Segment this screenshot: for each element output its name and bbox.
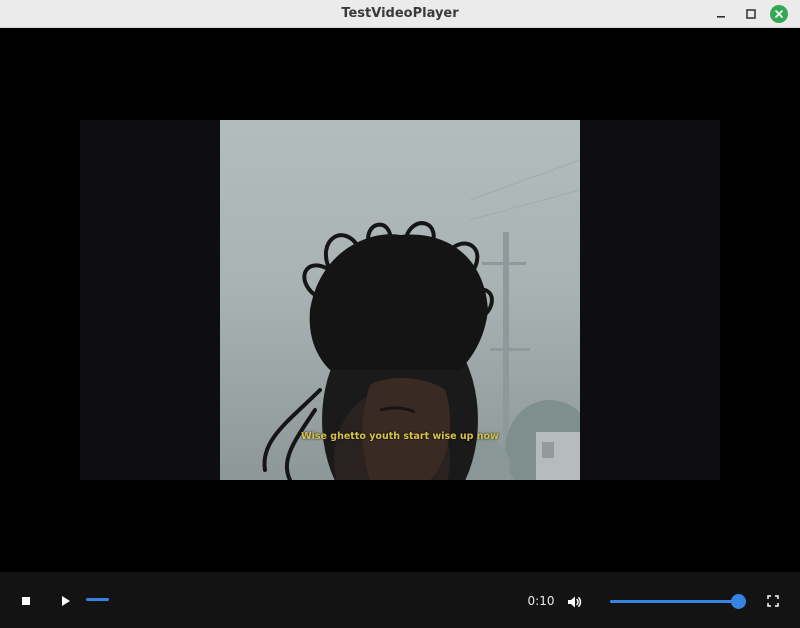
volume-fill: [610, 600, 738, 603]
close-button[interactable]: [770, 5, 788, 23]
title-bar: TestVideoPlayer: [0, 0, 800, 28]
volume-knob[interactable]: [731, 594, 746, 609]
fullscreen-button[interactable]: [765, 593, 781, 609]
subtitle-text: Wise ghetto youth start wise up now: [301, 431, 499, 442]
volume-slider[interactable]: [610, 594, 746, 610]
close-button-circle: [770, 5, 788, 23]
video-area[interactable]: Wise ghetto youth start wise up now: [0, 28, 800, 572]
video-image: Wise ghetto youth start wise up now: [220, 120, 580, 480]
video-frame[interactable]: Wise ghetto youth start wise up now: [80, 120, 720, 480]
play-icon: [62, 596, 70, 606]
video-scene: [262, 159, 580, 480]
maximize-button[interactable]: [742, 5, 760, 23]
app-window: TestVideoPlayer Wise ghetto youth start …: [0, 0, 800, 628]
fullscreen-icon: [767, 595, 779, 607]
stop-button[interactable]: [18, 593, 34, 609]
controls-bar: 0:10: [0, 572, 800, 628]
play-button[interactable]: [58, 593, 74, 609]
maximize-icon: [746, 9, 756, 19]
mute-button[interactable]: [565, 593, 583, 611]
seek-progress-fill: [86, 598, 109, 601]
volume-high-icon: [568, 596, 582, 608]
stop-icon: [22, 597, 30, 605]
minimize-button[interactable]: [712, 5, 730, 23]
time-label: 0:10: [527, 594, 555, 608]
close-icon: [775, 10, 783, 18]
minimize-icon: [717, 16, 725, 18]
window-title: TestVideoPlayer: [341, 6, 459, 21]
seek-slider[interactable]: [86, 598, 506, 602]
